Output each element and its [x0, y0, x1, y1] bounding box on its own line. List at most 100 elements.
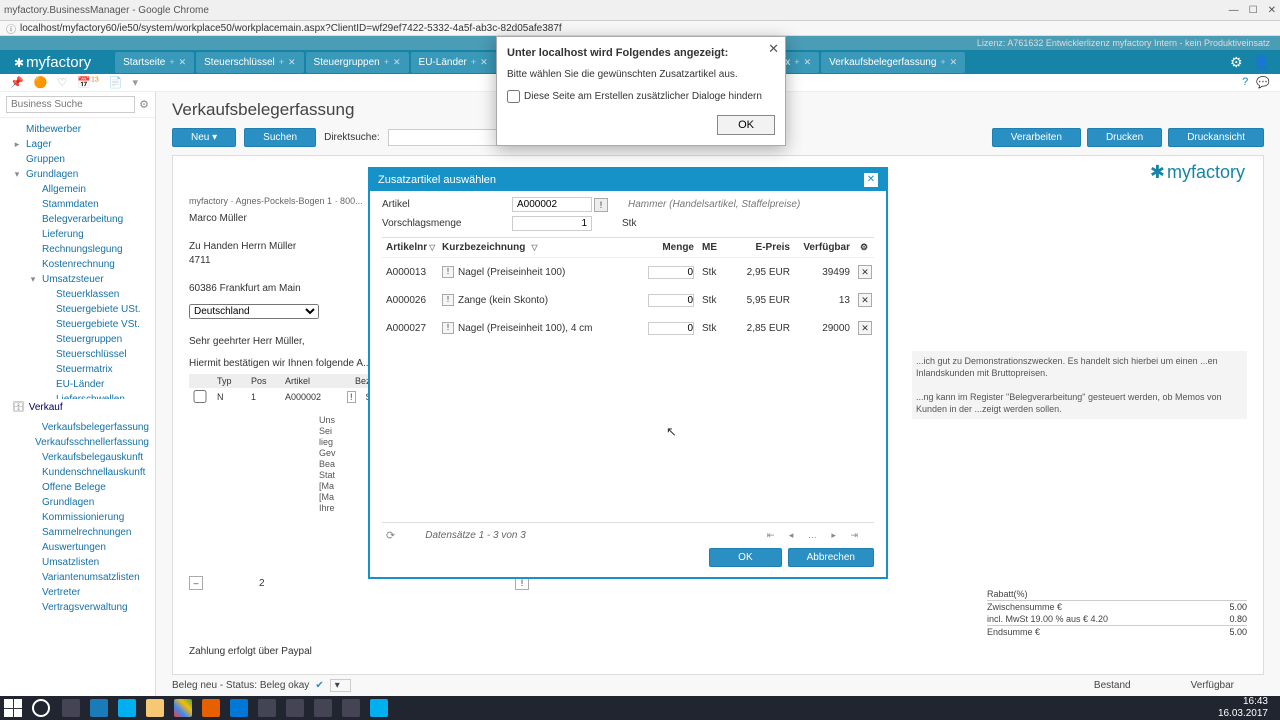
- status-dropdown[interactable]: ▾: [330, 679, 351, 692]
- firefox-icon[interactable]: [202, 699, 220, 717]
- help-icon[interactable]: ?: [1242, 76, 1248, 89]
- sidebar-item[interactable]: Belegverarbeitung: [0, 212, 155, 227]
- maximize-icon[interactable]: ☐: [1249, 5, 1258, 16]
- line2-expand[interactable]: –: [189, 576, 203, 590]
- sidebar-item[interactable]: Stammdaten: [0, 197, 155, 212]
- close-icon[interactable]: ✕: [1268, 5, 1276, 16]
- remove-row-button[interactable]: ✕: [858, 321, 872, 335]
- row-info-button[interactable]: !: [442, 322, 454, 334]
- sidebar-item[interactable]: Kundenschnellauskunft: [0, 465, 155, 480]
- url-text[interactable]: localhost/myfactory60/ie50/system/workpl…: [20, 23, 562, 34]
- sidebar-item[interactable]: Steuergebiete VSt.: [0, 317, 155, 332]
- sidebar-item[interactable]: Grundlagen: [0, 495, 155, 510]
- alert-ok-button[interactable]: OK: [717, 115, 775, 135]
- tab-startseite[interactable]: Startseite+✕: [115, 52, 194, 73]
- row-checkbox[interactable]: [193, 390, 207, 403]
- artikel-lookup-button[interactable]: !: [594, 198, 608, 212]
- remove-row-button[interactable]: ✕: [858, 265, 872, 279]
- alert-suppress-checkbox[interactable]: [507, 90, 520, 103]
- app-icon[interactable]: [258, 699, 276, 717]
- chat-icon[interactable]: 💬: [1256, 76, 1270, 89]
- sidebar-item[interactable]: Gruppen: [0, 152, 155, 167]
- sidebar-item[interactable]: Steuergebiete USt.: [0, 302, 155, 317]
- arrow-icon[interactable]: ▾: [132, 76, 138, 89]
- column-config-icon[interactable]: ⚙: [860, 242, 868, 252]
- vorschlag-input[interactable]: [512, 216, 592, 231]
- verarbeiten-button[interactable]: Verarbeiten: [992, 128, 1081, 147]
- sidebar-item[interactable]: Steuergruppen: [0, 332, 155, 347]
- cortana-icon[interactable]: [32, 699, 50, 717]
- sort-icon[interactable]: ▽: [429, 243, 435, 252]
- direct-search-input[interactable]: [388, 129, 508, 146]
- tab-verkaufsbeleg[interactable]: Verkaufsbelegerfassung+✕: [821, 52, 965, 73]
- search-options-icon[interactable]: ⚙: [139, 98, 149, 111]
- row-info-button[interactable]: !: [442, 294, 454, 306]
- menge-input[interactable]: [648, 322, 694, 335]
- modal-ok-button[interactable]: OK: [709, 548, 781, 567]
- alert-close-icon[interactable]: ✕: [768, 41, 779, 57]
- modal-close-icon[interactable]: ✕: [864, 173, 878, 187]
- sidebar-item[interactable]: Sammelrechnungen: [0, 525, 155, 540]
- minimize-icon[interactable]: —: [1229, 5, 1239, 16]
- sidebar-item[interactable]: Steuerklassen: [0, 287, 155, 302]
- remove-row-button[interactable]: ✕: [858, 293, 872, 307]
- user-icon[interactable]: 👤: [1253, 54, 1270, 71]
- pushpin-icon[interactable]: 📌: [10, 76, 24, 89]
- menge-input[interactable]: [648, 294, 694, 307]
- sidebar-item[interactable]: Vertreter: [0, 585, 155, 600]
- taskview-icon[interactable]: [62, 699, 80, 717]
- system-clock[interactable]: 16:43 16.03.2017: [1218, 696, 1276, 720]
- table-row[interactable]: A000027!Nagel (Preiseinheit 100), 4 cmSt…: [382, 314, 874, 342]
- sidebar-item[interactable]: Steuermatrix: [0, 362, 155, 377]
- sidebar-item[interactable]: Lieferung: [0, 227, 155, 242]
- chrome-icon[interactable]: [174, 699, 192, 717]
- doc-icon[interactable]: 📄: [109, 76, 123, 89]
- drucken-button[interactable]: Drucken: [1087, 128, 1162, 147]
- verkauf-header[interactable]: 🗄 Verkauf: [0, 399, 155, 416]
- fav-icon[interactable]: ♡: [57, 76, 67, 89]
- sidebar-item[interactable]: ▸Lager: [0, 137, 155, 152]
- new-button[interactable]: Neu ▾: [172, 128, 236, 147]
- calendar-icon[interactable]: 📅13: [77, 76, 99, 89]
- tab-steuerschlussel[interactable]: Steuerschlüssel+✕: [196, 52, 303, 73]
- sidebar-item[interactable]: Steuerschlüssel: [0, 347, 155, 362]
- modal-titlebar[interactable]: Zusatzartikel auswählen ✕: [370, 169, 886, 191]
- skype2-icon[interactable]: [370, 699, 388, 717]
- app-icon[interactable]: [342, 699, 360, 717]
- row-info-button[interactable]: !: [442, 266, 454, 278]
- app-logo[interactable]: myfactory: [0, 54, 105, 71]
- sidebar-item[interactable]: Verkaufsbelegerfassung: [0, 420, 155, 435]
- sidebar-item[interactable]: Offene Belege: [0, 480, 155, 495]
- sidebar-item[interactable]: ▾Grundlagen: [0, 167, 155, 182]
- tab-steuergruppen[interactable]: Steuergruppen+✕: [306, 52, 409, 73]
- sidebar-item[interactable]: Verkaufsschnellerfassung: [0, 435, 155, 450]
- info-icon[interactable]: ⓘ: [6, 21, 16, 36]
- sidebar-item[interactable]: EU-Länder: [0, 377, 155, 392]
- sidebar-item[interactable]: Auswertungen: [0, 540, 155, 555]
- app-icon[interactable]: [314, 699, 332, 717]
- store-icon[interactable]: [90, 699, 108, 717]
- druckansicht-button[interactable]: Druckansicht: [1168, 128, 1264, 147]
- table-row[interactable]: A000013!Nagel (Preiseinheit 100)Stk2,95 …: [382, 258, 874, 286]
- sidebar-item[interactable]: Variantenumsatzlisten: [0, 570, 155, 585]
- artikel-input[interactable]: [512, 197, 592, 212]
- gear-icon[interactable]: ⚙: [1230, 54, 1243, 71]
- country-select[interactable]: Deutschland: [189, 304, 319, 319]
- skype-icon[interactable]: [118, 699, 136, 717]
- sidebar-item[interactable]: Kommissionierung: [0, 510, 155, 525]
- search-button[interactable]: Suchen: [244, 128, 316, 147]
- sidebar-item[interactable]: ▾Umsatzsteuer: [0, 272, 155, 287]
- sidebar-item[interactable]: Kostenrechnung: [0, 257, 155, 272]
- badge-icon[interactable]: 🟠: [34, 76, 48, 89]
- table-row[interactable]: A000026!Zange (kein Skonto)Stk5,95 EUR13…: [382, 286, 874, 314]
- menge-input[interactable]: [648, 266, 694, 279]
- reload-icon[interactable]: ⟳: [386, 529, 395, 542]
- sidebar-item[interactable]: Mitbewerber: [0, 122, 155, 137]
- tab-eulander[interactable]: EU-Länder+✕: [411, 52, 496, 73]
- search-input[interactable]: [6, 96, 135, 113]
- explorer-icon[interactable]: [146, 699, 164, 717]
- edge-icon[interactable]: [230, 699, 248, 717]
- modal-cancel-button[interactable]: Abbrechen: [788, 548, 874, 567]
- sidebar-item[interactable]: Vertragsverwaltung: [0, 600, 155, 615]
- sort-icon[interactable]: ▽: [531, 243, 537, 252]
